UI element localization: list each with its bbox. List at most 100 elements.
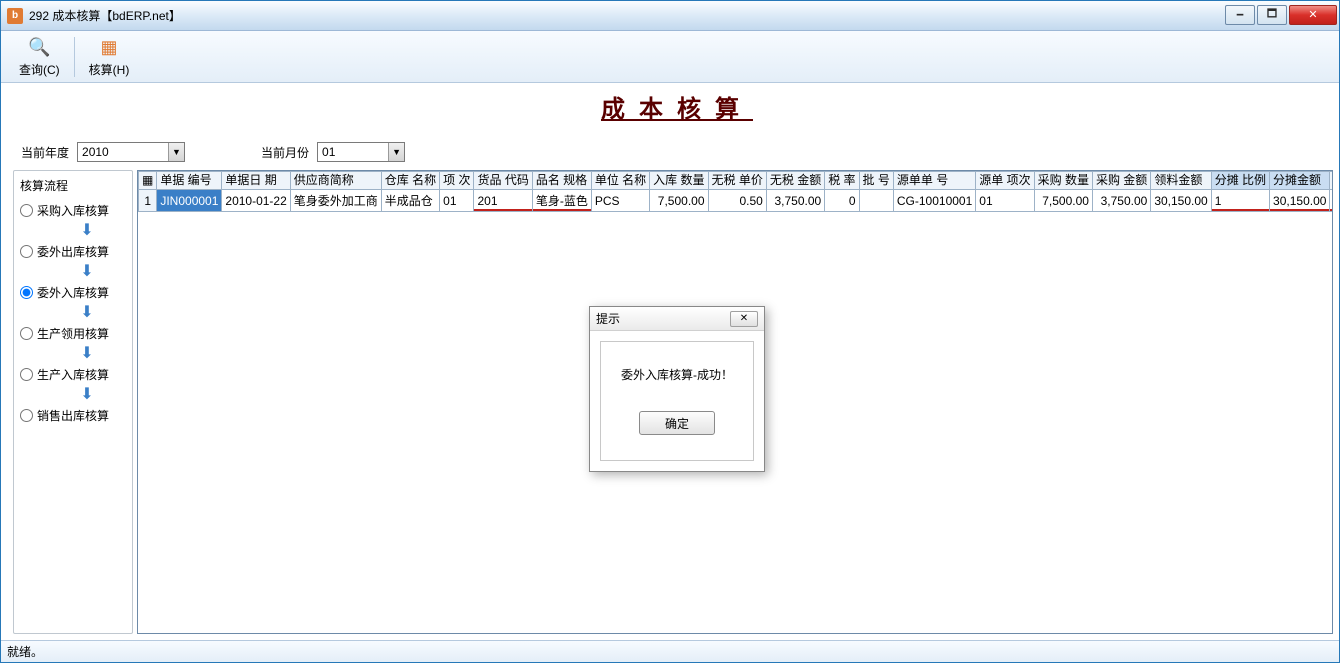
column-header[interactable]: 入库 数量 xyxy=(650,172,708,190)
flow-step-3[interactable]: 生产领用核算 xyxy=(20,325,126,342)
column-header[interactable]: 源单单 号 xyxy=(893,172,975,190)
chevron-down-icon[interactable]: ▼ xyxy=(168,143,184,161)
column-header[interactable]: 无税 单价 xyxy=(708,172,766,190)
statusbar: 就绪。 xyxy=(1,640,1339,662)
dialog-body: 委外入库核算-成功！ 确定 xyxy=(590,331,764,471)
query-button[interactable]: 🔍 查询(C) xyxy=(11,33,68,80)
cell[interactable]: JIN000001 xyxy=(157,190,222,212)
cell[interactable]: 半成品仓 xyxy=(381,190,439,212)
column-header[interactable]: 分摊金额 xyxy=(1270,172,1330,190)
cell[interactable]: 7,500.00 xyxy=(650,190,708,212)
dialog-close-button[interactable]: ✕ xyxy=(730,311,758,327)
flow-sidebar: 核算流程 采购入库核算⬇委外出库核算⬇委外入库核算⬇生产领用核算⬇生产入库核算⬇… xyxy=(13,170,133,634)
sidebar-title: 核算流程 xyxy=(20,177,126,194)
column-header[interactable]: 源单 项次 xyxy=(976,172,1034,190)
column-header[interactable]: 采购 金额 xyxy=(1092,172,1150,190)
message-dialog[interactable]: 提示 ✕ 委外入库核算-成功！ 确定 xyxy=(589,306,765,472)
column-header[interactable]: 货品 代码 xyxy=(474,172,532,190)
arrow-down-icon: ⬇ xyxy=(48,348,126,360)
column-header[interactable]: 仓库 名称 xyxy=(381,172,439,190)
flow-step-label: 委外出库核算 xyxy=(37,243,109,260)
flow-step-label: 生产入库核算 xyxy=(37,366,109,383)
column-header[interactable]: 单据日 期 xyxy=(222,172,290,190)
row-index[interactable]: 1 xyxy=(139,190,157,212)
column-header[interactable]: 品名 规格 xyxy=(532,172,591,190)
cell[interactable] xyxy=(859,190,893,212)
column-header[interactable]: 分摊 比例 xyxy=(1211,172,1269,190)
month-combo[interactable]: ▼ xyxy=(317,142,405,162)
cell[interactable]: 0.50 xyxy=(708,190,766,212)
column-header[interactable]: 单位 名称 xyxy=(591,172,649,190)
app-icon: b xyxy=(7,8,23,24)
app-window: b 292 成本核算【bdERP.net】 🗕 🗖 ✕ 🔍 查询(C) ▦ 核算… xyxy=(0,0,1340,663)
cell[interactable]: 1 xyxy=(1211,190,1269,212)
flow-radio[interactable] xyxy=(20,286,33,299)
titlebar[interactable]: b 292 成本核算【bdERP.net】 🗕 🗖 ✕ xyxy=(1,1,1339,31)
chevron-down-icon[interactable]: ▼ xyxy=(388,143,404,161)
cell[interactable]: 7,500.00 xyxy=(1034,190,1092,212)
status-text: 就绪。 xyxy=(7,643,43,660)
cell[interactable]: 30,150.00 xyxy=(1270,190,1330,212)
cell[interactable]: PCS xyxy=(591,190,649,212)
column-header[interactable]: 项 次 xyxy=(440,172,474,190)
page-title-row: 成本核算 xyxy=(1,83,1339,138)
column-header[interactable]: 期末单位 成本 xyxy=(1330,172,1333,190)
column-header[interactable]: 单据 编号 xyxy=(157,172,222,190)
year-label: 当前年度 xyxy=(21,144,69,161)
flow-step-5[interactable]: 销售出库核算 xyxy=(20,407,126,424)
month-label: 当前月份 xyxy=(261,144,309,161)
arrow-down-icon: ⬇ xyxy=(48,266,126,278)
content-area: 成本核算 当前年度 ▼ 当前月份 ▼ 核算流程 采购入库核算 ⬇ 委外出库核算 ⬇ 委外… xyxy=(1,83,1339,640)
minimize-button[interactable]: 🗕 xyxy=(1225,5,1255,25)
window-title: 292 成本核算【bdERP.net】 xyxy=(29,7,1223,24)
flow-radio[interactable] xyxy=(20,204,33,217)
cell[interactable]: 201 xyxy=(474,190,532,212)
toolbar: 🔍 查询(C) ▦ 核算(H) xyxy=(1,31,1339,83)
year-combo[interactable]: ▼ xyxy=(77,142,185,162)
calc-label: 核算(H) xyxy=(89,61,130,78)
grid-corner[interactable]: ▦ xyxy=(139,172,157,190)
cell[interactable]: 01 xyxy=(440,190,474,212)
flow-step-label: 生产领用核算 xyxy=(37,325,109,342)
cell[interactable]: 3,750.00 xyxy=(766,190,824,212)
arrow-down-icon: ⬇ xyxy=(48,307,126,319)
flow-radio[interactable] xyxy=(20,245,33,258)
column-header[interactable]: 无税 金额 xyxy=(766,172,824,190)
window-controls: 🗕 🗖 ✕ xyxy=(1223,5,1337,27)
flow-radio[interactable] xyxy=(20,327,33,340)
flow-radio[interactable] xyxy=(20,368,33,381)
calculator-icon: ▦ xyxy=(97,35,121,59)
cell[interactable]: 4.52 xyxy=(1330,190,1333,212)
maximize-button[interactable]: 🗖 xyxy=(1257,5,1287,25)
dialog-titlebar[interactable]: 提示 ✕ xyxy=(590,307,764,331)
table-row[interactable]: 1JIN0000012010-01-22笔身委外加工商半成品仓01201笔身-蓝… xyxy=(139,190,1334,212)
cell[interactable]: 3,750.00 xyxy=(1092,190,1150,212)
flow-step-0[interactable]: 采购入库核算 xyxy=(20,202,126,219)
arrow-down-icon: ⬇ xyxy=(48,389,126,401)
column-header[interactable]: 供应商简称 xyxy=(290,172,381,190)
close-button[interactable]: ✕ xyxy=(1289,5,1337,25)
ok-button[interactable]: 确定 xyxy=(639,411,715,435)
month-input[interactable] xyxy=(318,143,388,161)
flow-step-1[interactable]: 委外出库核算 xyxy=(20,243,126,260)
cell[interactable]: 2010-01-22 xyxy=(222,190,290,212)
column-header[interactable]: 领料金额 xyxy=(1151,172,1211,190)
cell[interactable]: 01 xyxy=(976,190,1034,212)
cell[interactable]: 笔身-蓝色 xyxy=(532,190,591,212)
column-header[interactable]: 税 率 xyxy=(825,172,859,190)
cell[interactable]: 笔身委外加工商 xyxy=(290,190,381,212)
query-label: 查询(C) xyxy=(19,61,60,78)
column-header[interactable]: 采购 数量 xyxy=(1034,172,1092,190)
dialog-title-text: 提示 xyxy=(596,310,730,327)
flow-step-4[interactable]: 生产入库核算 xyxy=(20,366,126,383)
cell[interactable]: CG-10010001 xyxy=(893,190,975,212)
cell[interactable]: 30,150.00 xyxy=(1151,190,1211,212)
dialog-message: 委外入库核算-成功！ xyxy=(621,366,733,383)
flow-step-2[interactable]: 委外入库核算 xyxy=(20,284,126,301)
calc-button[interactable]: ▦ 核算(H) xyxy=(81,33,138,80)
flow-radio[interactable] xyxy=(20,409,33,422)
cell[interactable]: 0 xyxy=(825,190,859,212)
column-header[interactable]: 批 号 xyxy=(859,172,893,190)
flow-step-label: 委外入库核算 xyxy=(37,284,109,301)
year-input[interactable] xyxy=(78,143,168,161)
